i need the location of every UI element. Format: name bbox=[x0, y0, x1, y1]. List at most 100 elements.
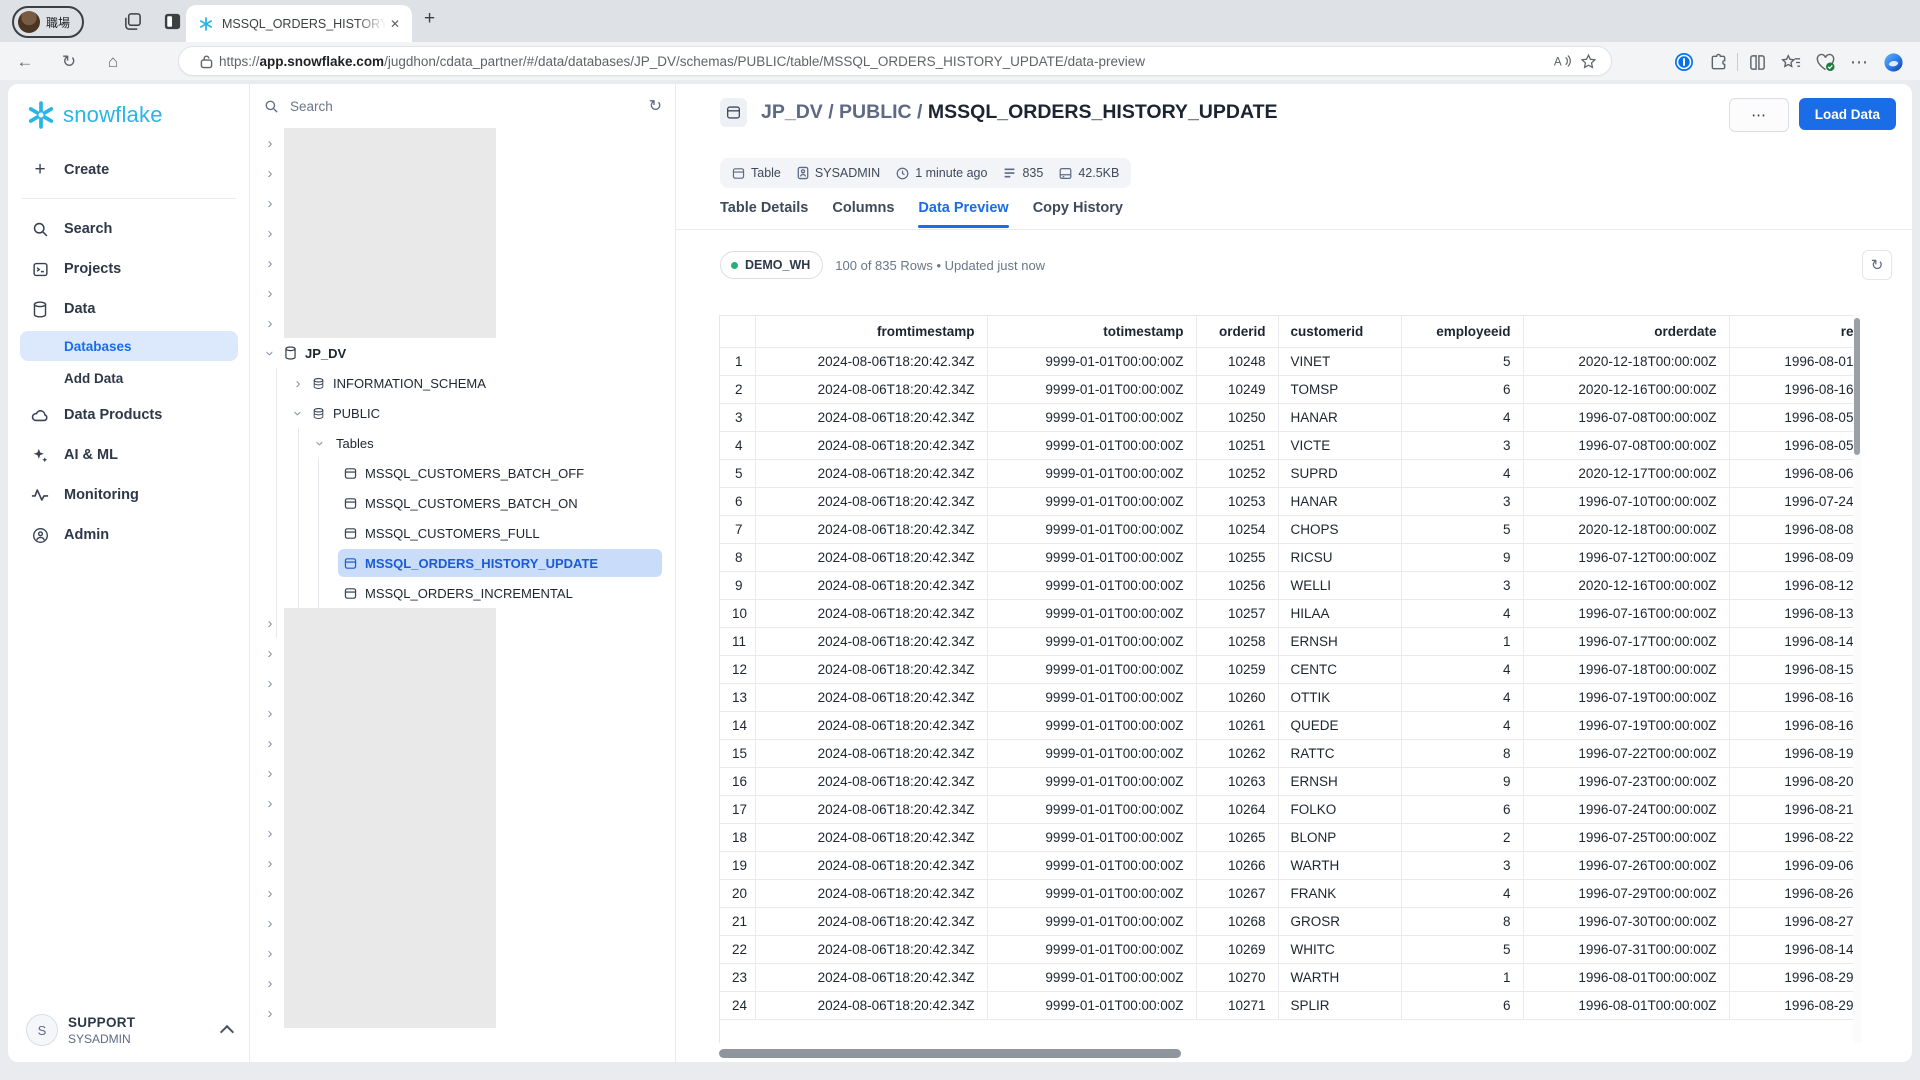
tree-item-schema[interactable]: › PUBLIC bbox=[250, 398, 676, 428]
tree-item-redacted[interactable]: › bbox=[250, 128, 676, 158]
chevron-right-icon[interactable]: › bbox=[262, 706, 278, 721]
sidebar-item-monitoring[interactable]: Monitoring bbox=[8, 475, 250, 515]
chevron-right-icon[interactable]: › bbox=[262, 616, 278, 631]
chevron-right-icon[interactable]: › bbox=[262, 256, 278, 271]
split-screen-icon[interactable] bbox=[1740, 49, 1774, 75]
preview-refresh-icon[interactable]: ↻ bbox=[1862, 250, 1892, 280]
tree-item-redacted[interactable]: › bbox=[250, 968, 676, 998]
chevron-right-icon[interactable]: › bbox=[262, 136, 278, 151]
sidebar-item-projects[interactable]: Projects bbox=[8, 249, 250, 289]
tree-item-redacted[interactable]: › bbox=[250, 188, 676, 218]
sidebar-item-data-products[interactable]: Data Products bbox=[8, 395, 250, 435]
tree-item-table[interactable]: MSSQL_CUSTOMERS_BATCH_OFF bbox=[250, 458, 676, 488]
browser-profile-button[interactable]: 職場 bbox=[12, 6, 84, 38]
tree-item-redacted[interactable]: › bbox=[250, 248, 676, 278]
chevron-right-icon[interactable]: › bbox=[262, 976, 278, 991]
settings-more-icon[interactable]: ⋯ bbox=[1842, 49, 1876, 75]
read-aloud-icon[interactable]: A bbox=[1549, 48, 1575, 74]
tree-item-table[interactable]: MSSQL_ORDERS_HISTORY_UPDATE bbox=[250, 548, 676, 578]
tree-item-redacted[interactable]: › bbox=[250, 788, 676, 818]
breadcrumb[interactable]: JP_DV / PUBLIC / MSSQL_ORDERS_HISTORY_UP… bbox=[761, 101, 1278, 124]
chevron-right-icon[interactable]: › bbox=[262, 916, 278, 931]
tree-item-redacted[interactable]: › bbox=[250, 998, 676, 1028]
sidebar-item-databases[interactable]: Databases bbox=[20, 331, 238, 361]
chevron-right-icon[interactable]: › bbox=[262, 946, 278, 961]
sidebar-item-ai-ml[interactable]: AI & ML bbox=[8, 435, 250, 475]
tree-item-redacted[interactable]: › bbox=[250, 698, 676, 728]
chevron-right-icon[interactable]: › bbox=[262, 676, 278, 691]
browser-essentials-icon[interactable] bbox=[1808, 49, 1842, 75]
tab-data-preview[interactable]: Data Preview bbox=[918, 200, 1008, 228]
tree-item-redacted[interactable]: › bbox=[250, 818, 676, 848]
favorites-bar-icon[interactable] bbox=[1774, 49, 1808, 75]
tree-item-redacted[interactable]: › bbox=[250, 728, 676, 758]
lock-icon[interactable] bbox=[193, 48, 219, 74]
tree-item-redacted[interactable]: › bbox=[250, 938, 676, 968]
tree-item-redacted[interactable]: › bbox=[250, 758, 676, 788]
sidebar-item-data[interactable]: Data bbox=[8, 289, 250, 329]
tree-item-redacted[interactable]: › bbox=[250, 158, 676, 188]
sidebar-item-add-data[interactable]: Add Data bbox=[20, 363, 238, 393]
chevron-right-icon[interactable]: › bbox=[262, 226, 278, 241]
tree-item-database[interactable]: › JP_DV bbox=[250, 338, 676, 368]
refresh-icon[interactable]: ↻ bbox=[56, 49, 82, 75]
chevron-right-icon[interactable]: › bbox=[290, 376, 306, 391]
tree-item-schema[interactable]: › INFORMATION_SCHEMA bbox=[250, 368, 676, 398]
chevron-right-icon[interactable]: › bbox=[262, 886, 278, 901]
favorite-star-icon[interactable] bbox=[1575, 48, 1601, 74]
tree-item-redacted[interactable]: › bbox=[250, 308, 676, 338]
tree-item-table[interactable]: MSSQL_CUSTOMERS_FULL bbox=[250, 518, 676, 548]
tree-item-redacted[interactable]: › bbox=[250, 608, 676, 638]
vertical-scrollbar-thumb[interactable] bbox=[1854, 318, 1860, 455]
password-manager-icon[interactable] bbox=[1667, 49, 1701, 75]
load-data-button[interactable]: Load Data bbox=[1799, 98, 1896, 130]
chevron-expanded-icon[interactable]: › bbox=[263, 345, 278, 361]
chevron-right-icon[interactable]: › bbox=[262, 736, 278, 751]
new-tab-button[interactable]: + bbox=[424, 8, 435, 30]
home-icon[interactable]: ⌂ bbox=[100, 49, 126, 75]
extensions-icon[interactable] bbox=[1701, 49, 1735, 75]
browser-tab[interactable]: MSSQL_ORDERS_HISTORY_UPDATE ✕ bbox=[186, 5, 412, 42]
chevron-right-icon[interactable]: › bbox=[262, 826, 278, 841]
chevron-right-icon[interactable]: › bbox=[262, 766, 278, 781]
sidebar-item-search[interactable]: Search bbox=[8, 209, 250, 249]
address-bar[interactable]: https://app.snowflake.com/jugdhon/cdata_… bbox=[178, 46, 1612, 76]
account-switcher[interactable]: S SUPPORT SYSADMIN bbox=[8, 1014, 250, 1046]
tree-item-table[interactable]: MSSQL_CUSTOMERS_BATCH_ON bbox=[250, 488, 676, 518]
create-button[interactable]: + Create bbox=[8, 150, 250, 190]
more-actions-button[interactable]: ⋯ bbox=[1729, 98, 1789, 132]
chevron-right-icon[interactable]: › bbox=[262, 166, 278, 181]
horizontal-scrollbar[interactable] bbox=[719, 1049, 1853, 1058]
chevron-right-icon[interactable]: › bbox=[262, 286, 278, 301]
tree-item-redacted[interactable]: › bbox=[250, 638, 676, 668]
horizontal-scrollbar-thumb[interactable] bbox=[719, 1049, 1181, 1058]
tab-copy-history[interactable]: Copy History bbox=[1033, 200, 1123, 228]
tree-search-input[interactable] bbox=[288, 98, 640, 115]
tree-item-redacted[interactable]: › bbox=[250, 848, 676, 878]
chevron-right-icon[interactable]: › bbox=[262, 856, 278, 871]
tree-item-redacted[interactable]: › bbox=[250, 278, 676, 308]
chevron-expanded-icon[interactable]: › bbox=[291, 405, 306, 421]
tree-item-redacted[interactable]: › bbox=[250, 668, 676, 698]
vertical-tabs-icon[interactable] bbox=[160, 9, 184, 33]
chevron-right-icon[interactable]: › bbox=[262, 196, 278, 211]
tree-item-tables-group[interactable]: › Tables bbox=[250, 428, 676, 458]
chevron-right-icon[interactable]: › bbox=[262, 316, 278, 331]
tree-item-redacted[interactable]: › bbox=[250, 218, 676, 248]
copilot-icon[interactable] bbox=[1876, 49, 1910, 75]
snowflake-logo[interactable]: snowflake bbox=[26, 100, 163, 130]
tree-refresh-icon[interactable]: ↻ bbox=[649, 96, 662, 116]
back-icon[interactable]: ← bbox=[12, 49, 38, 75]
vertical-scrollbar[interactable] bbox=[1853, 315, 1861, 1043]
tree-item-redacted[interactable]: › bbox=[250, 908, 676, 938]
chevron-right-icon[interactable]: › bbox=[262, 646, 278, 661]
tab-columns[interactable]: Columns bbox=[832, 200, 894, 228]
chevron-right-icon[interactable]: › bbox=[262, 796, 278, 811]
close-tab-icon[interactable]: ✕ bbox=[386, 15, 404, 33]
tree-item-table[interactable]: MSSQL_ORDERS_INCREMENTAL bbox=[250, 578, 676, 608]
tab-table-details[interactable]: Table Details bbox=[720, 200, 808, 228]
workspaces-icon[interactable] bbox=[120, 9, 144, 33]
tree-item-redacted[interactable]: › bbox=[250, 878, 676, 908]
warehouse-selector[interactable]: DEMO_WH bbox=[720, 251, 823, 279]
sidebar-item-admin[interactable]: Admin bbox=[8, 515, 250, 555]
